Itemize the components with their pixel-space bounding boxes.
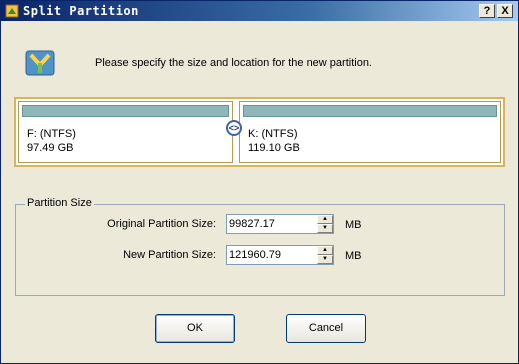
cancel-button[interactable]: Cancel xyxy=(286,314,366,343)
partition-map: F: (NTFS) 97.49 GB K: (NTFS) 119.10 GB <… xyxy=(14,97,505,167)
close-button[interactable]: X xyxy=(497,4,513,18)
partition-usage-bar xyxy=(243,105,497,117)
partition-name: F: (NTFS) xyxy=(27,128,76,140)
help-button[interactable]: ? xyxy=(479,4,495,18)
app-icon xyxy=(5,4,19,18)
group-label: Partition Size xyxy=(25,197,94,209)
original-size-label: Original Partition Size: xyxy=(107,218,216,230)
unit-label: MB xyxy=(345,250,362,262)
split-handle-icon[interactable]: <> xyxy=(226,120,242,136)
partition-name: K: (NTFS) xyxy=(248,128,298,140)
original-size-spinner: ▲ ▼ xyxy=(317,215,333,233)
partition-left[interactable]: F: (NTFS) 97.49 GB xyxy=(18,101,233,163)
window-title: Split Partition xyxy=(23,4,139,18)
split-partition-dialog: Split Partition ? X Please specify the s… xyxy=(0,0,519,364)
partition-size: 97.49 GB xyxy=(27,142,74,154)
new-size-input[interactable]: 121960.79 ▲ ▼ xyxy=(226,245,334,265)
unit-label: MB xyxy=(345,219,362,231)
title-bar[interactable]: Split Partition ? X xyxy=(1,1,518,21)
new-size-value: 121960.79 xyxy=(229,249,281,261)
spin-up-icon[interactable]: ▲ xyxy=(317,215,333,224)
new-size-label: New Partition Size: xyxy=(123,249,216,261)
original-size-value: 99827.17 xyxy=(229,218,275,230)
ok-button[interactable]: OK xyxy=(155,314,235,343)
original-size-input[interactable]: 99827.17 ▲ ▼ xyxy=(226,214,334,234)
partition-right[interactable]: K: (NTFS) 119.10 GB xyxy=(239,101,501,163)
prompt-text: Please specify the size and location for… xyxy=(95,57,372,69)
partition-usage-bar xyxy=(22,105,229,117)
new-size-spinner: ▲ ▼ xyxy=(317,246,333,264)
spin-down-icon[interactable]: ▼ xyxy=(317,224,333,233)
partition-icon xyxy=(25,50,55,76)
spin-up-icon[interactable]: ▲ xyxy=(317,246,333,255)
partition-size: 119.10 GB xyxy=(248,142,300,154)
spin-down-icon[interactable]: ▼ xyxy=(317,255,333,264)
